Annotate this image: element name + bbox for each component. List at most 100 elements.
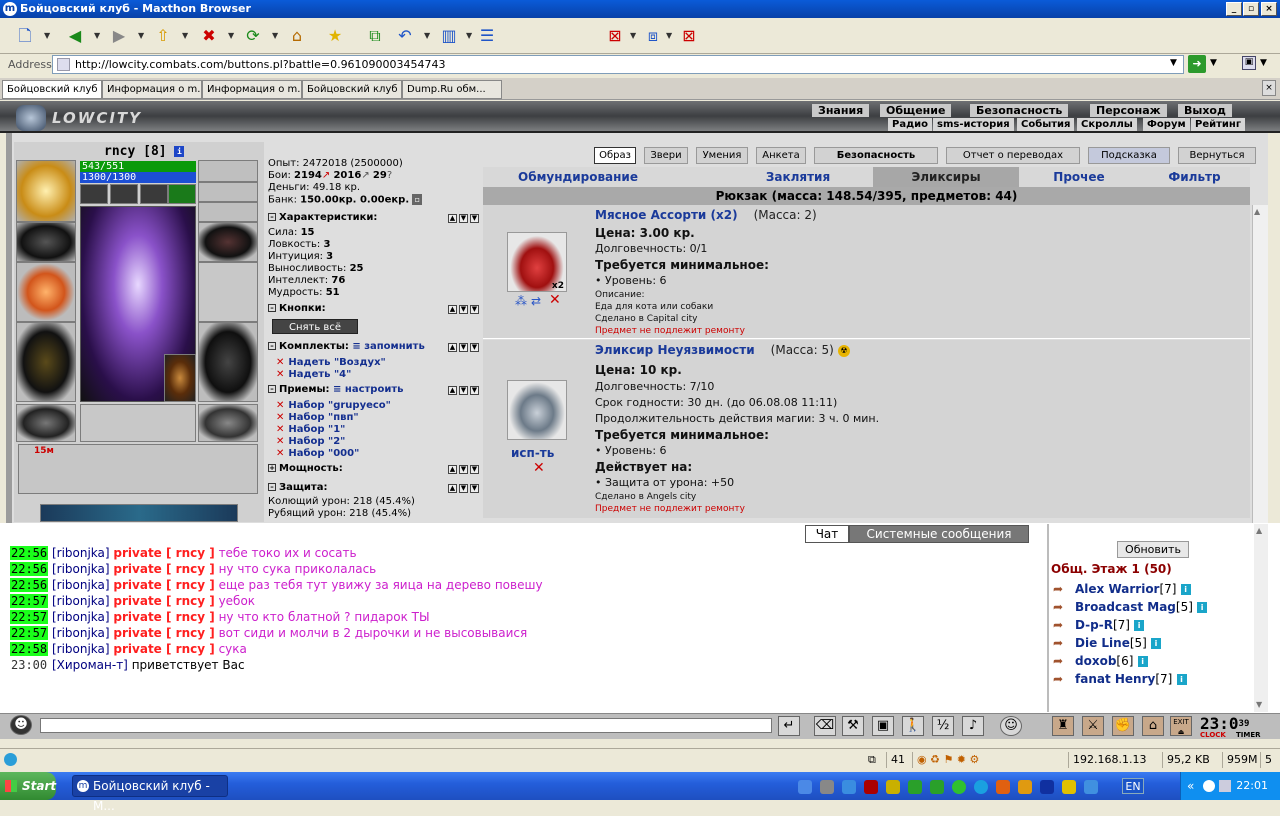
belt-slot[interactable] xyxy=(16,404,76,442)
btn-down-icon[interactable]: ▼ xyxy=(459,305,468,314)
user-item[interactable]: ➦ D-p-R[7] i xyxy=(1053,618,1145,632)
action-icon-use[interactable]: ⁂ xyxy=(515,294,527,308)
user-item[interactable]: ➦ fanat Henry[7] i xyxy=(1053,672,1187,686)
buttons-title[interactable]: – Кнопки: xyxy=(268,303,326,314)
power-title[interactable]: + Мощность: xyxy=(268,463,343,474)
defense-title[interactable]: – Защита: xyxy=(268,482,327,493)
trick-link-3[interactable]: ✕ Набор "2" xyxy=(276,436,345,447)
castle-icon[interactable]: ⌂ xyxy=(1142,716,1164,736)
quicklaunch-icon-3[interactable] xyxy=(842,780,856,794)
browser-tab-1[interactable]: Информация о m... xyxy=(102,80,202,99)
armor-slot[interactable] xyxy=(16,322,76,402)
return-button[interactable]: Вернуться xyxy=(1178,147,1256,164)
weapon-slot[interactable] xyxy=(16,262,76,322)
address-input[interactable]: http://lowcity.combats.com/buttons.pl?ba… xyxy=(52,55,1184,74)
menu-rating[interactable]: Рейтинг xyxy=(1191,118,1246,131)
quicklaunch-icon-2[interactable] xyxy=(820,780,834,794)
quicklaunch-icon-5[interactable] xyxy=(886,780,900,794)
def-menu-icon[interactable]: ▼ xyxy=(470,484,479,493)
sound-icon[interactable]: ♪ xyxy=(962,716,984,736)
view-dropdown-icon[interactable]: ▼ xyxy=(1260,58,1267,68)
item-name-1[interactable]: Эликсир Неуязвимости (Масса: 5) ☢ xyxy=(595,343,850,357)
start-button[interactable]: Start xyxy=(0,772,56,800)
filter-icon[interactable]: ½ xyxy=(932,716,954,736)
gloves-slot[interactable] xyxy=(198,222,258,262)
bag-icon[interactable]: ♜ xyxy=(1052,716,1074,736)
go-icon[interactable]: ➜ xyxy=(1188,55,1206,73)
send-icon[interactable]: ↵ xyxy=(778,716,800,736)
item-image-meat[interactable]: x2 xyxy=(507,232,567,292)
favorites-star-icon[interactable]: ★ xyxy=(322,23,348,49)
tab-other[interactable]: Прочее xyxy=(1019,167,1139,187)
item-name-0[interactable]: Мясное Ассорти (x2) (Масса: 2) xyxy=(595,208,817,222)
hint-button[interactable]: Подсказка xyxy=(1088,147,1170,164)
boots-slot[interactable] xyxy=(198,404,258,442)
trick-link-1[interactable]: ✕ Набор "пвп" xyxy=(276,412,359,423)
user-item[interactable]: ➦ doxob[6] i xyxy=(1053,654,1148,668)
tab-system-messages[interactable]: Системные сообщения xyxy=(849,525,1029,543)
browser-tab-0[interactable]: Бойцовский клуб xyxy=(2,80,102,99)
tricks-down-icon[interactable]: ▼ xyxy=(459,386,468,395)
users-scrollbar[interactable]: ▲ ▼ xyxy=(1254,524,1268,712)
rings-slot[interactable] xyxy=(198,202,258,222)
walk-icon[interactable]: 🚶 xyxy=(902,716,924,736)
tricks-title[interactable]: – Приемы: ≡ настроить xyxy=(268,384,403,395)
address-dropdown-icon[interactable]: ▼ xyxy=(1170,58,1177,68)
bracers-slot[interactable] xyxy=(16,222,76,262)
pet-slot[interactable] xyxy=(164,354,196,402)
inventory-scrollbar[interactable]: ▲ xyxy=(1252,205,1268,523)
quicklaunch-icon-8[interactable] xyxy=(952,780,966,794)
scroll-slot-1[interactable] xyxy=(80,184,108,204)
tab-filter[interactable]: Фильтр xyxy=(1139,167,1250,187)
quicklaunch-icon-4[interactable] xyxy=(864,780,878,794)
remove-all-button[interactable]: Снять всё xyxy=(272,319,358,334)
sect-menu-icon[interactable]: ▼ xyxy=(470,214,479,223)
tray-expand-icon[interactable]: « xyxy=(1187,772,1194,800)
item-image-elixir[interactable] xyxy=(507,380,567,440)
set-link-0[interactable]: ✕ Надеть "Воздух" xyxy=(276,357,386,368)
forward-icon[interactable]: ▶ xyxy=(106,23,132,49)
menu-personazh[interactable]: Персонаж xyxy=(1090,104,1167,117)
transfers-button[interactable]: Отчет о переводах xyxy=(946,147,1080,164)
action-icon-drop-2[interactable]: ✕ xyxy=(533,460,545,476)
undo-icon[interactable]: ↶ xyxy=(392,23,418,49)
timer-label[interactable]: TIMER xyxy=(1236,731,1261,739)
quicklaunch-icon-1[interactable] xyxy=(798,780,812,794)
power-menu-icon[interactable]: ▼ xyxy=(470,465,479,474)
status-plugin-icons[interactable]: ◉ ♻ ⚑ ✹ ⚙ xyxy=(912,752,1062,768)
hammer-icon[interactable]: ⚒ xyxy=(842,716,864,736)
anketa-button[interactable]: Анкета xyxy=(756,147,806,164)
user-item[interactable]: ➦ Alex Warrior[7] i xyxy=(1053,582,1191,596)
tab-elixirs[interactable]: Эликсиры xyxy=(873,167,1019,187)
minimize-button[interactable]: _ xyxy=(1226,2,1242,16)
columns-icon[interactable]: ▥ xyxy=(436,23,462,49)
action-icon-drop[interactable]: ✕ xyxy=(549,292,561,308)
def-down-icon[interactable]: ▼ xyxy=(459,484,468,493)
smile-icon[interactable]: ☺ xyxy=(1000,716,1022,736)
obraz-button[interactable]: Образ xyxy=(594,147,636,164)
refresh-icon[interactable]: ⟳ xyxy=(240,23,266,49)
quicklaunch-icon-13[interactable] xyxy=(1062,780,1076,794)
list-icon[interactable]: ☰ xyxy=(474,23,500,49)
tab-spells[interactable]: Заклятия xyxy=(723,167,873,187)
clear-icon[interactable]: ⌫ xyxy=(814,716,836,736)
scroll-slot-2[interactable] xyxy=(110,184,138,204)
amulet-slot[interactable] xyxy=(198,182,258,202)
sets-menu-icon[interactable]: ▼ xyxy=(470,343,479,352)
menu-radio[interactable]: Радио xyxy=(888,118,933,131)
menu-events[interactable]: События xyxy=(1017,118,1075,131)
tricks-up-icon[interactable]: ▲ xyxy=(448,386,457,395)
home-icon[interactable]: ⌂ xyxy=(284,23,310,49)
clock-label[interactable]: CLOCK xyxy=(1200,731,1226,739)
maximize-button[interactable]: ▫ xyxy=(1243,2,1259,16)
menu-znaniya[interactable]: Знания xyxy=(812,104,870,117)
security-button[interactable]: Безопасность xyxy=(814,147,938,164)
trick-link-4[interactable]: ✕ Набор "000" xyxy=(276,448,359,459)
character-nick[interactable]: rncy [8] i xyxy=(104,144,185,159)
btn-menu-icon[interactable]: ▼ xyxy=(470,305,479,314)
menu-bezopasnost[interactable]: Безопасность xyxy=(970,104,1069,117)
tray-network-icon[interactable] xyxy=(1219,780,1231,792)
view-icon[interactable]: ▣ xyxy=(1242,56,1256,70)
chat-input[interactable] xyxy=(40,718,772,733)
restore-tab-icon[interactable]: ⧈ xyxy=(640,23,666,49)
